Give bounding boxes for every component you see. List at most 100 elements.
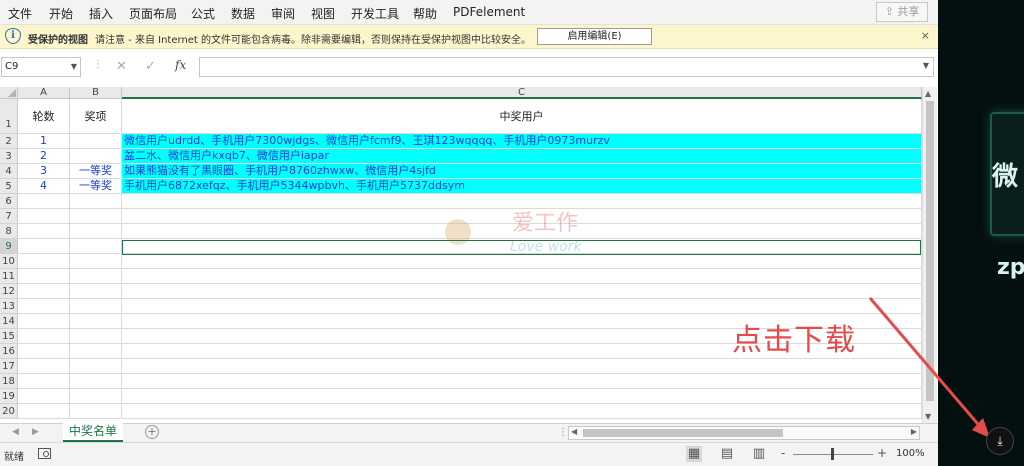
next-sheet-icon[interactable]: ▶ bbox=[32, 427, 39, 437]
menu-formulas[interactable]: 公式 bbox=[191, 5, 215, 22]
cell-b15[interactable] bbox=[70, 329, 122, 344]
cell-a9[interactable] bbox=[18, 239, 70, 254]
cell-b10[interactable] bbox=[70, 254, 122, 269]
row-header-7[interactable]: 7 bbox=[0, 209, 18, 224]
zoom-in-button[interactable]: + bbox=[877, 446, 887, 460]
cell-b9[interactable] bbox=[70, 239, 122, 254]
menu-review[interactable]: 审阅 bbox=[271, 5, 295, 22]
selected-cell-c9[interactable] bbox=[122, 240, 921, 255]
cell-a20[interactable] bbox=[18, 404, 70, 419]
menu-developer[interactable]: 开发工具 bbox=[351, 5, 399, 22]
column-header-a[interactable]: A bbox=[18, 87, 70, 99]
enable-editing-button[interactable]: 启用编辑(E) bbox=[537, 28, 652, 45]
row-header-5[interactable]: 5 bbox=[0, 179, 18, 194]
menu-insert[interactable]: 插入 bbox=[89, 5, 113, 22]
cell-b8[interactable] bbox=[70, 224, 122, 239]
row-header-15[interactable]: 15 bbox=[0, 329, 18, 344]
row-header-6[interactable]: 6 bbox=[0, 194, 18, 209]
row-header-19[interactable]: 19 bbox=[0, 389, 18, 404]
row-header-13[interactable]: 13 bbox=[0, 299, 18, 314]
prev-sheet-icon[interactable]: ◀ bbox=[12, 427, 19, 437]
cell-b17[interactable] bbox=[70, 359, 122, 374]
cell-a2[interactable]: 1 bbox=[18, 134, 70, 149]
row-header-16[interactable]: 16 bbox=[0, 344, 18, 359]
enter-icon[interactable]: ✓ bbox=[145, 59, 156, 74]
row-header-4[interactable]: 4 bbox=[0, 164, 18, 179]
cell-b14[interactable] bbox=[70, 314, 122, 329]
page-break-view-button[interactable]: ▥ bbox=[751, 446, 767, 462]
vertical-scroll-thumb[interactable] bbox=[926, 101, 934, 401]
name-box[interactable]: C9 ▼ bbox=[1, 57, 81, 77]
column-header-c[interactable]: C bbox=[122, 87, 922, 99]
menu-file[interactable]: 文件 bbox=[8, 5, 32, 22]
cell-c20[interactable] bbox=[122, 404, 922, 419]
cancel-icon[interactable]: ✕ bbox=[116, 59, 127, 74]
cell-b6[interactable] bbox=[70, 194, 122, 209]
cell-c17[interactable] bbox=[122, 359, 922, 374]
cell-b2[interactable] bbox=[70, 134, 122, 149]
cell-b20[interactable] bbox=[70, 404, 122, 419]
cell-a14[interactable] bbox=[18, 314, 70, 329]
scroll-left-icon[interactable]: ◀ bbox=[571, 427, 577, 436]
cell-b18[interactable] bbox=[70, 374, 122, 389]
horizontal-scrollbar[interactable]: ◀ ▶ bbox=[568, 426, 920, 440]
zoom-slider-thumb[interactable] bbox=[831, 448, 834, 460]
column-header-b[interactable]: B bbox=[70, 87, 122, 99]
share-button[interactable]: ⇪ 共享 bbox=[876, 2, 928, 22]
row-header-17[interactable]: 17 bbox=[0, 359, 18, 374]
cell-c13[interactable] bbox=[122, 299, 922, 314]
cell-b3[interactable] bbox=[70, 149, 122, 164]
row-header-8[interactable]: 8 bbox=[0, 224, 18, 239]
horizontal-scroll-thumb[interactable] bbox=[583, 429, 783, 437]
cell-a17[interactable] bbox=[18, 359, 70, 374]
cell-b4[interactable]: 一等奖 bbox=[70, 164, 122, 179]
scroll-down-icon[interactable]: ▼ bbox=[925, 412, 931, 421]
cell-a11[interactable] bbox=[18, 269, 70, 284]
row-header-3[interactable]: 3 bbox=[0, 149, 18, 164]
row-header-18[interactable]: 18 bbox=[0, 374, 18, 389]
menu-data[interactable]: 数据 bbox=[231, 5, 255, 22]
row-header-20[interactable]: 20 bbox=[0, 404, 18, 419]
row-header-2[interactable]: 2 bbox=[0, 134, 18, 149]
cell-c11[interactable] bbox=[122, 269, 922, 284]
formula-input[interactable]: ▼ bbox=[199, 57, 934, 77]
close-icon[interactable]: × bbox=[921, 29, 930, 42]
menu-help[interactable]: 帮助 bbox=[413, 5, 437, 22]
cell-a10[interactable] bbox=[18, 254, 70, 269]
vertical-scrollbar[interactable]: ▲ ▼ bbox=[922, 87, 937, 423]
cell-a13[interactable] bbox=[18, 299, 70, 314]
cell-b5[interactable]: 一等奖 bbox=[70, 179, 122, 194]
row-header-12[interactable]: 12 bbox=[0, 284, 18, 299]
macro-record-icon[interactable] bbox=[38, 448, 51, 459]
expand-formula-icon[interactable]: ▼ bbox=[923, 61, 929, 70]
cell-a4[interactable]: 3 bbox=[18, 164, 70, 179]
page-layout-view-button[interactable]: ▤ bbox=[719, 446, 735, 462]
menu-home[interactable]: 开始 bbox=[49, 5, 73, 22]
menu-view[interactable]: 视图 bbox=[311, 5, 335, 22]
cell-c2[interactable]: 微信用户udrdd、手机用户7300wjdgs、微信用户fcmf9、王琪123w… bbox=[122, 134, 922, 149]
cell-c1[interactable]: 中奖用户 bbox=[122, 99, 922, 134]
cell-a8[interactable] bbox=[18, 224, 70, 239]
scroll-right-icon[interactable]: ▶ bbox=[911, 427, 917, 436]
chevron-down-icon[interactable]: ▼ bbox=[71, 58, 77, 76]
cell-b13[interactable] bbox=[70, 299, 122, 314]
scroll-up-icon[interactable]: ▲ bbox=[925, 89, 931, 98]
cell-b12[interactable] bbox=[70, 284, 122, 299]
add-sheet-button[interactable]: + bbox=[145, 425, 159, 439]
row-header-1[interactable]: 1 bbox=[0, 99, 18, 134]
row-header-11[interactable]: 11 bbox=[0, 269, 18, 284]
download-button[interactable]: ⤓ bbox=[986, 427, 1014, 455]
cell-c3[interactable]: 盆二水、微信用户kxqb7、微信用户iapar bbox=[122, 149, 922, 164]
cell-c4[interactable]: 如果熊猫没有了黑眼圈、手机用户8760zhwxw、微信用户4sjfd bbox=[122, 164, 922, 179]
zoom-out-button[interactable]: - bbox=[781, 446, 785, 460]
row-header-9[interactable]: 9 bbox=[0, 239, 18, 254]
row-header-10[interactable]: 10 bbox=[0, 254, 18, 269]
cell-a16[interactable] bbox=[18, 344, 70, 359]
row-header-14[interactable]: 14 bbox=[0, 314, 18, 329]
cell-a6[interactable] bbox=[18, 194, 70, 209]
cell-a15[interactable] bbox=[18, 329, 70, 344]
cell-b11[interactable] bbox=[70, 269, 122, 284]
cell-b1[interactable]: 奖项 bbox=[70, 99, 122, 134]
zoom-level[interactable]: 100% bbox=[896, 448, 925, 459]
normal-view-button[interactable]: ▦ bbox=[686, 446, 702, 462]
